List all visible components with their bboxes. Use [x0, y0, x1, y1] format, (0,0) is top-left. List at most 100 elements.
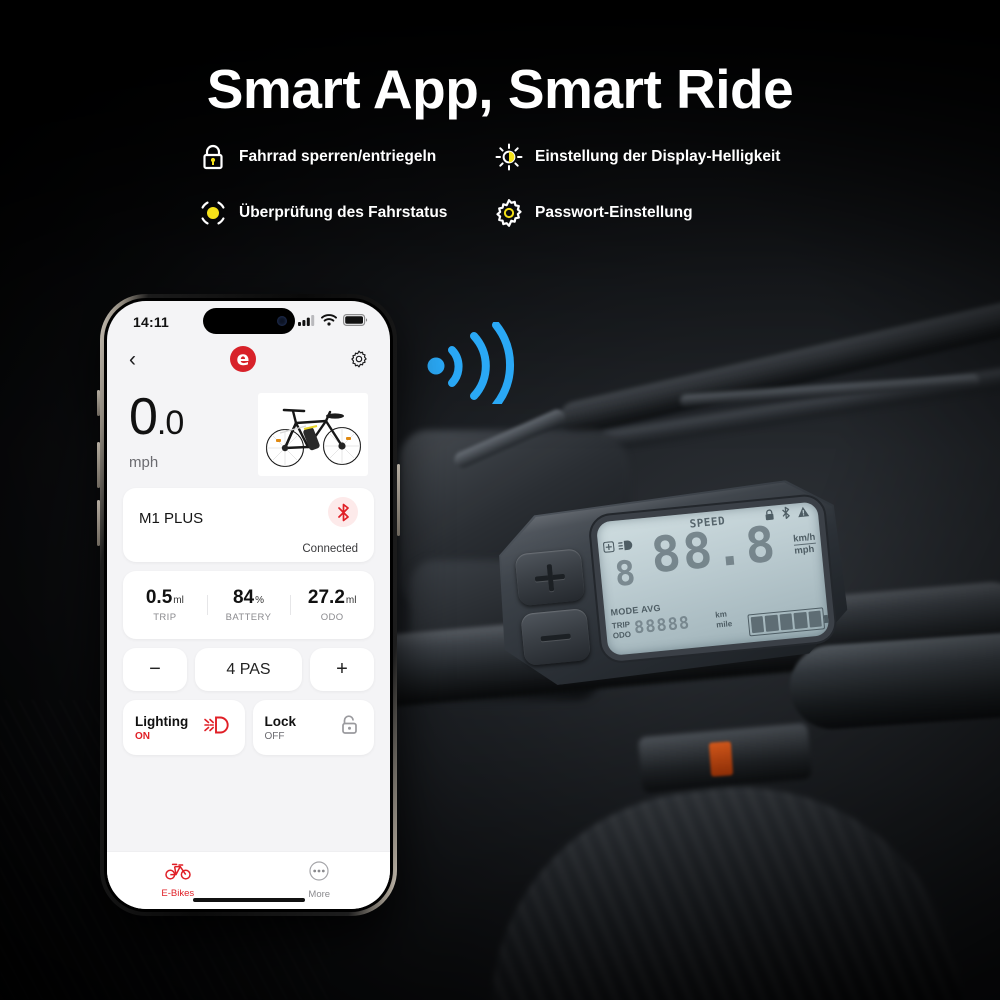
lcd-battery-gauge	[747, 607, 826, 637]
bluetooth-icon[interactable]	[328, 497, 358, 527]
bicycle-icon	[165, 862, 191, 885]
page-title: Smart App, Smart Ride	[206, 58, 794, 120]
dynamic-island	[202, 308, 295, 334]
dashboard-cards: M1 PLUS Connected 0.5ml TRIP 84% BATTERY…	[107, 482, 390, 755]
lock-title: Lock	[264, 713, 297, 729]
lock-text: Lock OFF	[265, 714, 297, 742]
phone-volume-up-button[interactable]	[97, 442, 100, 488]
lcd-mode-avg-label: MODE AVG	[610, 602, 662, 618]
promo-banner: Smart App, Smart Ride Fahrrad sperren/en…	[0, 0, 1000, 1000]
status-indicators	[298, 313, 368, 331]
headlight-icon	[203, 715, 233, 740]
device-card[interactable]: M1 PLUS Connected	[123, 488, 374, 562]
lcd-minus-button[interactable]	[520, 607, 592, 667]
pas-decrease-button[interactable]: −	[123, 648, 187, 691]
pas-control-row: − 4 PAS +	[123, 648, 374, 691]
stat-value: 0.5	[145, 587, 173, 608]
lock-state: OFF	[264, 730, 285, 742]
lcd-odo-digits: 88888	[633, 613, 692, 639]
feature-label: Fahrrad sperren/entriegeln	[239, 148, 437, 165]
smartphone-mockup: 14:11 ‹ e 0.0 mph M1 PLUS Connected 0.5m…	[97, 294, 400, 916]
lcd-trip-odo-labels: TRIP ODO	[611, 620, 631, 641]
battery-bar	[765, 614, 779, 632]
stat-trip: 0.5ml TRIP	[123, 587, 207, 623]
stat-label: TRIP	[153, 612, 177, 623]
pas-increase-button[interactable]: +	[310, 648, 374, 691]
lighting-state: ON	[135, 730, 150, 742]
speed-value-row: 0.0	[129, 391, 184, 443]
stat-value: 27.2	[307, 587, 345, 608]
feature-item-brightness: Einstellung der Display-Helligkeit	[494, 142, 828, 172]
phone-screen: 14:11 ‹ e 0.0 mph M1 PLUS Connected 0.5m…	[107, 301, 390, 909]
stat-value-row: 84%	[207, 587, 291, 609]
app-bar: ‹ e	[107, 337, 390, 381]
phone-power-button[interactable]	[397, 464, 400, 536]
lcd-speed-units: km/h mph	[792, 531, 817, 557]
lcd-unit-mile: mile	[715, 618, 733, 630]
device-name: M1 PLUS	[139, 510, 204, 527]
stat-label: BATTERY	[225, 612, 272, 623]
speed-integer: 0	[129, 388, 158, 446]
lcd-speed-value: 88.8	[648, 515, 780, 585]
lighting-title: Lighting	[135, 713, 189, 729]
status-bar: 14:11	[107, 301, 390, 337]
minus-icon	[539, 621, 572, 654]
feature-label: Einstellung der Display-Helligkeit	[535, 148, 781, 165]
speed-readout: 0.0 mph	[129, 391, 184, 472]
stat-label: ODO	[320, 612, 344, 623]
feature-item-status: Überprüfung des Fahrstatus	[198, 198, 480, 228]
battery-icon	[343, 313, 368, 331]
wifi-icon	[321, 313, 337, 331]
battery-bar	[793, 611, 808, 630]
status-clock: 14:11	[133, 314, 170, 330]
tab-label: E-Bikes	[161, 888, 195, 899]
speed-decimal: .0	[156, 404, 184, 442]
phone-volume-down-button[interactable]	[97, 500, 100, 546]
connection-status: Connected	[302, 543, 358, 555]
stat-unit: %	[255, 595, 265, 606]
stat-unit: ml	[345, 595, 357, 606]
ebike-thumbnail	[258, 393, 368, 476]
feature-item-lock: Fahrrad sperren/entriegeln	[198, 142, 480, 172]
lock-toggle[interactable]: Lock OFF	[252, 700, 374, 755]
status-dot-icon	[198, 198, 228, 228]
feature-label: Überprüfung des Fahrstatus	[239, 204, 448, 221]
battery-bar	[779, 613, 794, 631]
brand-logo: e	[230, 346, 256, 372]
wireless-signal-icon	[424, 321, 520, 409]
speed-unit: mph	[129, 454, 159, 472]
toggle-row: Lighting ON Lock OFF	[123, 700, 374, 755]
ellipsis-icon	[309, 861, 329, 886]
pas-level-display[interactable]: 4 PAS	[195, 648, 302, 691]
lcd-distance-units: km mile	[715, 609, 733, 630]
signal-bars-icon	[298, 313, 315, 331]
battery-bar	[808, 610, 822, 628]
tab-label: More	[308, 889, 331, 900]
feature-list: Fahrrad sperren/entriegeln Einstellung d…	[198, 142, 828, 228]
lock-icon	[198, 142, 228, 172]
stat-unit: ml	[173, 595, 184, 606]
stat-battery: 84% BATTERY	[206, 587, 291, 623]
feature-item-password: Passwort-Einstellung	[494, 198, 828, 228]
stats-card: 0.5ml TRIP 84% BATTERY 27.2ml ODO	[123, 571, 374, 639]
stat-odo: 27.2ml ODO	[290, 587, 374, 623]
stat-value-row: 27.2ml	[290, 587, 374, 609]
home-indicator[interactable]	[192, 898, 305, 902]
lcd-pas-digit: 8	[613, 553, 638, 595]
lcd-plus-button[interactable]	[514, 548, 586, 607]
stat-value-row: 0.5ml	[123, 587, 207, 609]
gear-icon	[494, 198, 524, 228]
phone-mute-switch[interactable]	[97, 390, 100, 416]
lcd-unit-mph: mph	[793, 543, 815, 557]
unlock-icon	[338, 714, 362, 741]
settings-gear-icon[interactable]	[350, 350, 368, 368]
phone-bezel: 14:11 ‹ e 0.0 mph M1 PLUS Connected 0.5m…	[104, 298, 393, 912]
plus-icon	[534, 561, 567, 594]
ebike-lcd-display-unit: SPEED 8 88.8 km/h mph MODE AVG TRIP ODO …	[484, 476, 852, 691]
battery-bar	[750, 616, 765, 634]
back-button[interactable]: ‹	[129, 349, 136, 370]
lcd-screen: SPEED 8 88.8 km/h mph MODE AVG TRIP ODO …	[595, 501, 830, 657]
front-camera-icon	[276, 316, 287, 326]
brightness-icon	[494, 142, 524, 172]
lighting-toggle[interactable]: Lighting ON	[123, 700, 245, 755]
